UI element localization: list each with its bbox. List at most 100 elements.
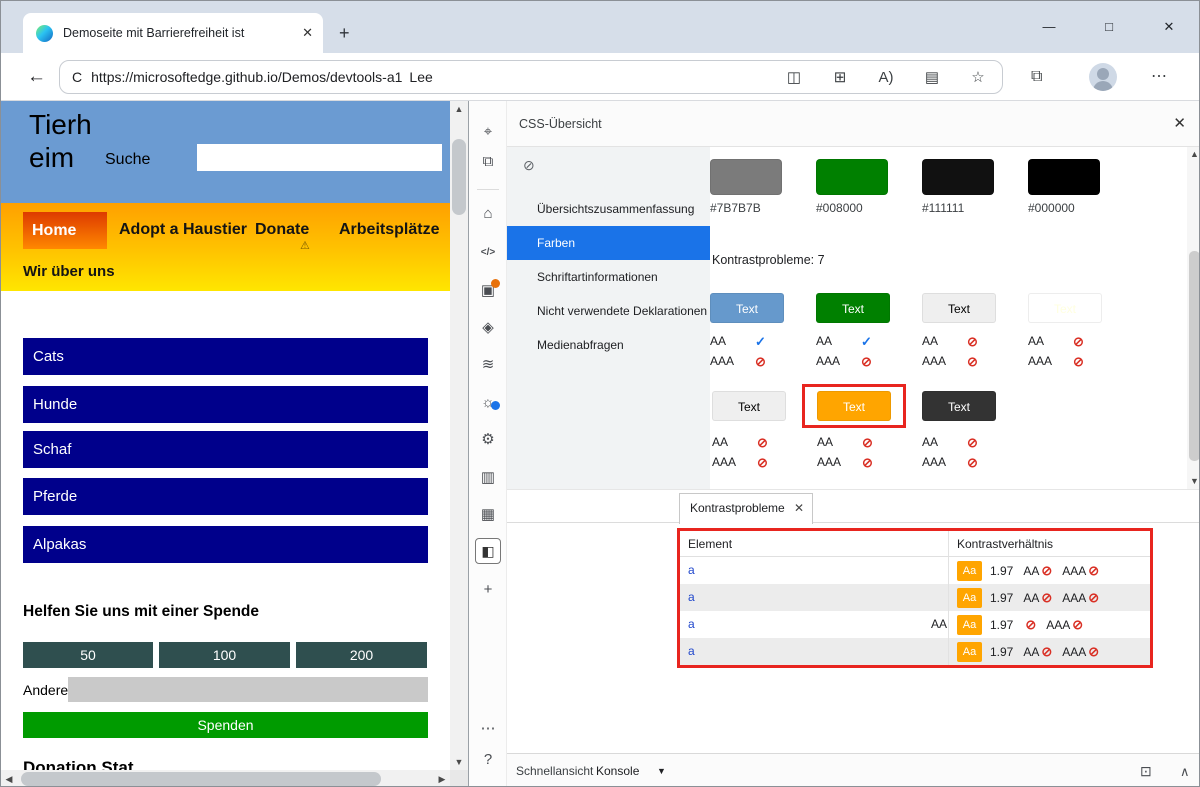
sidebar-item-colors[interactable]: Farben [507, 226, 710, 260]
network-icon[interactable]: ≋ [469, 351, 507, 379]
immersive-reader-icon[interactable]: ▤ [920, 68, 944, 86]
scroll-up-icon[interactable]: ▲ [1187, 147, 1200, 161]
maximize-button[interactable]: □ [1087, 1, 1131, 53]
sources-icon[interactable]: </> [469, 239, 507, 267]
category-button-cats[interactable]: Cats [23, 338, 428, 375]
device-toolbar-icon[interactable]: ⧉ [469, 148, 507, 176]
donate-button[interactable]: Spenden [23, 712, 428, 738]
contrast-issue-card: Text AA⊘ AAA⊘ [712, 391, 788, 473]
nav-item-home[interactable]: Home [23, 212, 107, 249]
browser-tab[interactable]: Demoseite mit Barrierefreiheit ist ✕ [23, 13, 323, 53]
url-box[interactable]: C https://microsoftedge.github.io/Demos/… [59, 60, 1003, 94]
layout-icon[interactable]: ▦ [469, 501, 507, 529]
scrollbar-thumb[interactable] [21, 772, 381, 786]
minimize-button[interactable]: — [1027, 1, 1071, 53]
scrollbar-thumb[interactable] [1189, 251, 1200, 461]
contrast-ratio-value: 1.97 [990, 591, 1013, 605]
issues-icon[interactable]: ▣ [469, 277, 507, 305]
table-row[interactable]: a Aa 1.97 AA ⊘ AAA ⊘ [680, 638, 1150, 665]
tab-close-icon[interactable]: ✕ [794, 494, 804, 523]
sidebar-item-media-queries[interactable]: Medienabfragen [507, 328, 710, 362]
sidebar-item-font-info[interactable]: Schriftartinformationen [507, 260, 710, 294]
apps-grid-icon[interactable]: ⊞ [828, 68, 852, 86]
browser-menu-icon[interactable]: ⋯ [1151, 53, 1167, 101]
nav-item-jobs[interactable]: Arbeitsplätze [339, 221, 439, 239]
performance-icon[interactable]: ☼ [469, 389, 507, 417]
css-overview-icon[interactable]: ◧ [475, 538, 501, 564]
expand-pane-icon[interactable]: ∧ [1180, 754, 1190, 787]
scroll-up-icon[interactable]: ▲ [450, 101, 468, 117]
search-input[interactable] [197, 144, 442, 171]
scroll-down-icon[interactable]: ▼ [450, 754, 468, 770]
amount-button-100[interactable]: 100 [159, 642, 290, 668]
scroll-down-icon[interactable]: ▼ [1187, 473, 1200, 489]
home-icon[interactable]: ⌂ [469, 200, 507, 228]
contrast-swatch: Aa [957, 561, 982, 581]
split-screen-icon[interactable]: ◫ [782, 68, 806, 86]
nav-item-donate[interactable]: Donate [255, 221, 309, 239]
other-amount-input[interactable] [68, 677, 428, 702]
amount-button-50[interactable]: 50 [23, 642, 153, 668]
settings-gear-icon[interactable]: ⚙ [469, 426, 507, 454]
color-swatch[interactable] [1028, 159, 1100, 195]
sidebar-item-unused-declarations[interactable]: Nicht verwendete Deklarationen [507, 294, 710, 328]
color-swatch[interactable] [816, 159, 888, 195]
tab-close-icon[interactable]: ✕ [302, 13, 313, 53]
column-contrast-ratio[interactable]: Kontrastverhältnis [948, 531, 1150, 556]
contrast-sample-button[interactable]: Text [710, 293, 784, 323]
block-icon: ⊘ [1041, 644, 1052, 660]
element-link[interactable]: a [688, 590, 695, 604]
element-link[interactable]: a [688, 563, 695, 577]
amount-button-200[interactable]: 200 [296, 642, 427, 668]
reload-icon[interactable]: C [72, 69, 82, 85]
contrast-sample-button[interactable]: Text [817, 391, 891, 421]
new-tab-button[interactable]: + [339, 13, 350, 53]
application-icon[interactable]: ▥ [469, 464, 507, 492]
scrollbar-thumb[interactable] [452, 139, 466, 215]
category-button-alpakas[interactable]: Alpakas [23, 526, 428, 563]
add-tool-icon[interactable]: + [469, 576, 507, 604]
contrast-ratio-value: 1.97 [990, 564, 1013, 578]
contrast-sample-button[interactable]: Text [816, 293, 890, 323]
dock-side-icon[interactable]: ⊡ [1140, 754, 1152, 787]
profile-avatar[interactable] [1089, 63, 1117, 91]
category-button-pferde[interactable]: Pferde [23, 478, 428, 515]
element-link[interactable]: a [688, 617, 695, 631]
color-swatch[interactable] [922, 159, 994, 195]
help-icon[interactable]: ? [469, 746, 507, 774]
contrast-sample-button[interactable]: Text [922, 391, 996, 421]
aa-label: AA [817, 435, 833, 449]
devtools-close-icon[interactable]: ✕ [1173, 101, 1186, 147]
read-aloud-icon[interactable]: A) [874, 69, 898, 86]
contrast-sample-button[interactable]: Text [922, 293, 996, 323]
css-overview-sidebar: ⊘ Übersichtszusammenfassung Farben Schri… [507, 147, 710, 489]
swatch-label: #008000 [816, 201, 863, 215]
nav-item-adopt[interactable]: Adopt a Haustier [119, 221, 247, 239]
scroll-right-icon[interactable]: ▶ [434, 770, 450, 787]
inspect-icon[interactable]: ⌖ [469, 118, 507, 146]
back-icon[interactable]: ← [27, 53, 46, 101]
collections-icon[interactable]: ⧉ [1031, 53, 1042, 101]
tab-contrast-issues[interactable]: Kontrastprobleme ✕ [679, 493, 813, 524]
contrast-sample-button[interactable]: Text [712, 391, 786, 421]
nav-item-about[interactable]: Wir über uns [23, 263, 115, 280]
category-button-schaf[interactable]: Schaf [23, 431, 428, 468]
element-link[interactable]: a [688, 644, 695, 658]
window-close-button[interactable]: ✕ [1147, 1, 1191, 53]
color-swatch[interactable] [710, 159, 782, 195]
sidebar-item-overview-summary[interactable]: Übersichtszusammenfassung [507, 192, 710, 226]
table-row[interactable]: a AA Aa 1.97 ⊘ AAA ⊘ [680, 611, 1150, 638]
clear-overview-icon[interactable]: ⊘ [523, 157, 535, 174]
console-tab[interactable]: Konsole [596, 754, 639, 787]
table-row[interactable]: a Aa 1.97 AA ⊘ AAA ⊘ [680, 584, 1150, 611]
dropdown-icon[interactable]: ▼ [657, 754, 666, 787]
debugger-icon[interactable]: ◈ [469, 314, 507, 342]
column-element[interactable]: Element [680, 531, 948, 556]
favorites-star-icon[interactable]: ☆ [966, 68, 990, 86]
more-tools-icon[interactable]: ⋯ [469, 715, 507, 743]
category-button-hunde[interactable]: Hunde [23, 386, 428, 423]
scroll-left-icon[interactable]: ◀ [1, 770, 17, 787]
aa-label: AA [816, 334, 832, 348]
table-row[interactable]: a Aa 1.97 AA ⊘ AAA ⊘ [680, 557, 1150, 584]
contrast-sample-button[interactable]: Text [1028, 293, 1102, 323]
